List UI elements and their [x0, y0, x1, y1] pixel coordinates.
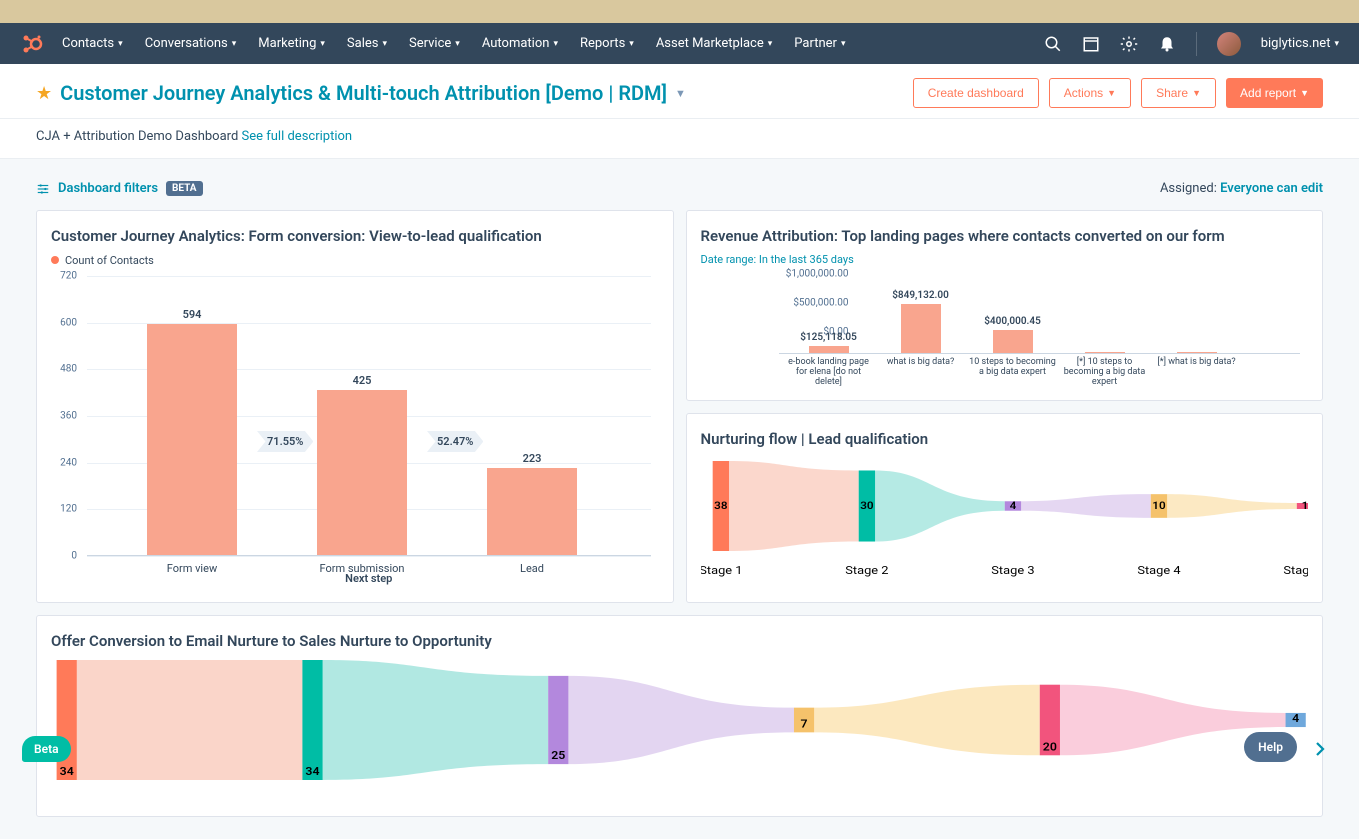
nurture-sankey-chart: 38 Stage 1 30 Stage 2 4 Stage 3 10 Stage 4 1 Stag…: [701, 456, 1309, 586]
svg-text:38: 38: [714, 500, 727, 512]
assigned-value-link[interactable]: Everyone can edit: [1220, 181, 1323, 196]
see-full-description-link[interactable]: See full description: [242, 129, 353, 144]
assigned-label: Assigned:: [1160, 181, 1217, 196]
card-title: Offer Conversion to Email Nurture to Sal…: [51, 632, 1308, 650]
filter-icon[interactable]: [36, 182, 50, 196]
nav-contacts[interactable]: Contacts▾: [62, 36, 123, 51]
nav-marketplace[interactable]: Asset Marketplace▾: [656, 36, 772, 51]
svg-text:10: 10: [1152, 500, 1165, 512]
hubspot-logo[interactable]: [20, 32, 44, 56]
beta-pill[interactable]: Beta: [22, 736, 71, 762]
actions-button[interactable]: Actions▼: [1049, 78, 1131, 108]
next-arrow-icon[interactable]: [1311, 740, 1329, 758]
bar-2: 223: [487, 468, 577, 555]
svg-text:30: 30: [860, 500, 873, 512]
nav-conversations[interactable]: Conversations▾: [145, 36, 237, 51]
offer-conversion-card[interactable]: Offer Conversion to Email Nurture to Sal…: [36, 615, 1323, 817]
settings-icon[interactable]: [1120, 35, 1138, 53]
bar-0: 594: [147, 324, 237, 555]
card-title: Nurturing flow | Lead qualification: [701, 430, 1309, 448]
svg-text:34: 34: [305, 765, 319, 778]
nav-divider: [1196, 32, 1197, 56]
legend: Count of Contacts: [51, 253, 659, 268]
browser-bar: [0, 0, 1359, 23]
nav-service[interactable]: Service▾: [409, 36, 460, 51]
description-text: CJA + Attribution Demo Dashboard: [36, 129, 238, 144]
svg-text:4: 4: [1292, 712, 1299, 725]
card-title: Customer Journey Analytics: Form convers…: [51, 227, 659, 245]
svg-text:Stage 4: Stage 4: [1137, 564, 1181, 577]
revenue-bar-chart: $0.00$500,000.00$1,000,000.00$125,118.05…: [701, 274, 1309, 384]
chevron-down-icon[interactable]: ▼: [675, 87, 686, 100]
svg-text:20: 20: [1043, 740, 1057, 753]
funnel-chart-card[interactable]: Customer Journey Analytics: Form convers…: [36, 210, 674, 603]
favorite-star-icon[interactable]: ★: [36, 83, 52, 104]
nav-marketing[interactable]: Marketing▾: [258, 36, 325, 51]
date-range: Date range: In the last 365 days: [701, 253, 1309, 266]
account-menu[interactable]: biglytics.net▾: [1261, 36, 1339, 51]
nav-sales[interactable]: Sales▾: [347, 36, 387, 51]
add-report-button[interactable]: Add report▼: [1226, 78, 1323, 108]
share-button[interactable]: Share▼: [1141, 78, 1216, 108]
page-header: ★ Customer Journey Analytics & Multi-tou…: [0, 64, 1359, 119]
nurture-sankey-card[interactable]: Nurturing flow | Lead qualification 38 St…: [686, 413, 1324, 603]
nav-reports[interactable]: Reports▾: [580, 36, 634, 51]
funnel-bar-chart: 0120240360480600720 Next step 594Form vi…: [51, 276, 659, 586]
search-icon[interactable]: [1044, 35, 1062, 53]
dashboard-description: CJA + Attribution Demo Dashboard See ful…: [0, 119, 1359, 159]
svg-text:7: 7: [801, 717, 808, 730]
offer-sankey-chart: 34 34 25 7 20 4: [51, 660, 1308, 800]
marketplace-icon[interactable]: [1082, 35, 1100, 53]
bar-1: 425: [317, 390, 407, 555]
bell-icon[interactable]: [1158, 35, 1176, 53]
filters-row: Dashboard filters BETA Assigned: Everyon…: [36, 181, 1323, 196]
dashboard-filters-link[interactable]: Dashboard filters: [58, 181, 158, 196]
nav-partner[interactable]: Partner▾: [794, 36, 845, 51]
card-title: Revenue Attribution: Top landing pages w…: [701, 227, 1309, 245]
nav-items: Contacts▾ Conversations▾ Marketing▾ Sale…: [62, 36, 1044, 51]
svg-text:Stage 1: Stage 1: [701, 564, 742, 577]
svg-text:1: 1: [1301, 500, 1308, 512]
page-title[interactable]: Customer Journey Analytics & Multi-touch…: [60, 81, 913, 105]
svg-text:34: 34: [60, 765, 74, 778]
svg-text:4: 4: [1009, 500, 1016, 512]
revenue-chart-card[interactable]: Revenue Attribution: Top landing pages w…: [686, 210, 1324, 401]
create-dashboard-button[interactable]: Create dashboard: [913, 78, 1039, 108]
svg-text:Stage 2: Stage 2: [845, 564, 889, 577]
svg-text:Stage 5: Stage 5: [1283, 564, 1308, 577]
avatar[interactable]: [1217, 32, 1241, 56]
nav-automation[interactable]: Automation▾: [482, 36, 558, 51]
svg-text:25: 25: [551, 749, 565, 762]
help-pill[interactable]: Help: [1244, 732, 1297, 762]
main-nav: Contacts▾ Conversations▾ Marketing▾ Sale…: [0, 23, 1359, 64]
beta-badge: BETA: [166, 181, 203, 196]
svg-text:Stage 3: Stage 3: [991, 564, 1034, 577]
